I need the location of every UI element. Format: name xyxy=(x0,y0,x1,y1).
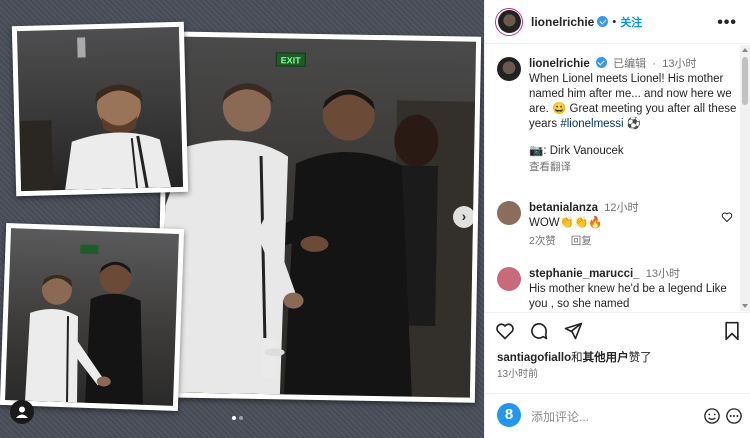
comment-item: stephanie_marucci_ 13小时 His mother knew … xyxy=(497,267,733,311)
post-author-username[interactable]: lionelrichie xyxy=(531,15,594,29)
scrollbar-thumb[interactable] xyxy=(742,57,748,105)
caption-emoji: ⚽ xyxy=(626,118,642,130)
bottom-left-photo-scene xyxy=(25,244,143,405)
heart-icon[interactable] xyxy=(495,321,515,341)
emoji-icon[interactable] xyxy=(703,407,721,425)
carousel-indicator xyxy=(232,416,243,420)
extension-icon[interactable]: 8 xyxy=(497,403,521,427)
main-photo-scene xyxy=(161,83,476,398)
heart-icon[interactable] xyxy=(721,211,733,223)
more-icon[interactable]: ••• xyxy=(717,14,737,32)
liked-others-link[interactable]: 其他用户 xyxy=(583,352,629,364)
comment-item: betanialanza 12小时 WOW👏👏🔥 2次赞 回复 xyxy=(497,201,733,249)
avatar[interactable] xyxy=(497,267,521,291)
add-comment-input[interactable]: 添加评论... xyxy=(531,408,589,425)
carousel-dot xyxy=(239,416,243,420)
caption-edited-label: 已编辑 xyxy=(613,58,647,70)
next-arrow-icon[interactable]: › xyxy=(453,206,475,228)
liked-connector: 和 xyxy=(571,352,583,364)
photo-credit: 📷: Dirk Vanoucek xyxy=(529,145,624,157)
hashtag-link[interactable]: #lionelmessi xyxy=(560,118,623,130)
avatar[interactable] xyxy=(497,57,521,81)
bookmark-icon[interactable] xyxy=(723,321,741,341)
comment-likes[interactable]: 2次赞 xyxy=(529,235,556,247)
comment-icon[interactable] xyxy=(529,321,549,341)
collage-photo-bottom-left xyxy=(0,222,185,412)
post-media[interactable]: EXIT › xyxy=(0,0,484,438)
collage-photo-top-left xyxy=(11,21,189,197)
post-details-panel: lionelrichie • 关注 ••• lionelrichie 已编辑 ·… xyxy=(484,0,750,438)
avatar[interactable] xyxy=(497,201,521,225)
scrollbar[interactable] xyxy=(740,45,750,311)
verified-icon xyxy=(595,57,607,68)
post-header: lionelrichie • 关注 ••• xyxy=(485,0,750,44)
more-options-icon[interactable] xyxy=(725,407,743,425)
scroll-up-icon[interactable] xyxy=(742,48,748,52)
comment-username[interactable]: stephanie_marucci_ xyxy=(529,268,640,280)
liked-suffix: 赞了 xyxy=(628,352,652,364)
caption-time: 13小时 xyxy=(662,58,697,70)
post-timestamp: 13小时前 xyxy=(497,369,539,380)
comment-time: 12小时 xyxy=(604,202,639,214)
top-left-photo-scene xyxy=(19,37,172,192)
comments-scroll-area[interactable]: lionelrichie 已编辑 · 13小时 When Lionel meet… xyxy=(485,45,750,311)
separator-dot: · xyxy=(652,58,656,70)
reply-button[interactable]: 回复 xyxy=(571,235,592,247)
comment-time: 13小时 xyxy=(645,268,681,280)
likes-summary: santiagofiallo和其他用户赞了 xyxy=(497,349,652,365)
scroll-down-icon[interactable] xyxy=(742,304,748,308)
comment-text: His mother knew he'd be a legend Like yo… xyxy=(529,283,727,310)
see-translation-link[interactable]: 查看翻译 xyxy=(529,160,737,175)
avatar[interactable] xyxy=(495,7,523,36)
carousel-dot xyxy=(232,416,236,420)
caption-username[interactable]: lionelrichie xyxy=(529,58,590,70)
liked-by-username[interactable]: santiagofiallo xyxy=(497,352,571,364)
follow-button[interactable]: 关注 xyxy=(620,14,642,30)
add-comment-bar: 8 添加评论... xyxy=(485,393,750,438)
share-icon[interactable] xyxy=(563,321,583,341)
collage-photo-main: EXIT xyxy=(156,31,482,403)
comment-text: WOW👏👏🔥 xyxy=(529,217,603,229)
separator-dot: • xyxy=(612,15,617,28)
verified-icon xyxy=(597,16,609,27)
post-actions: santiagofiallo和其他用户赞了 13小时前 8 添加评论... xyxy=(485,312,750,438)
post-caption: lionelrichie 已编辑 · 13小时 When Lionel meet… xyxy=(497,57,737,175)
comment-username[interactable]: betanialanza xyxy=(529,202,598,214)
user-tag-icon[interactable] xyxy=(10,400,34,424)
